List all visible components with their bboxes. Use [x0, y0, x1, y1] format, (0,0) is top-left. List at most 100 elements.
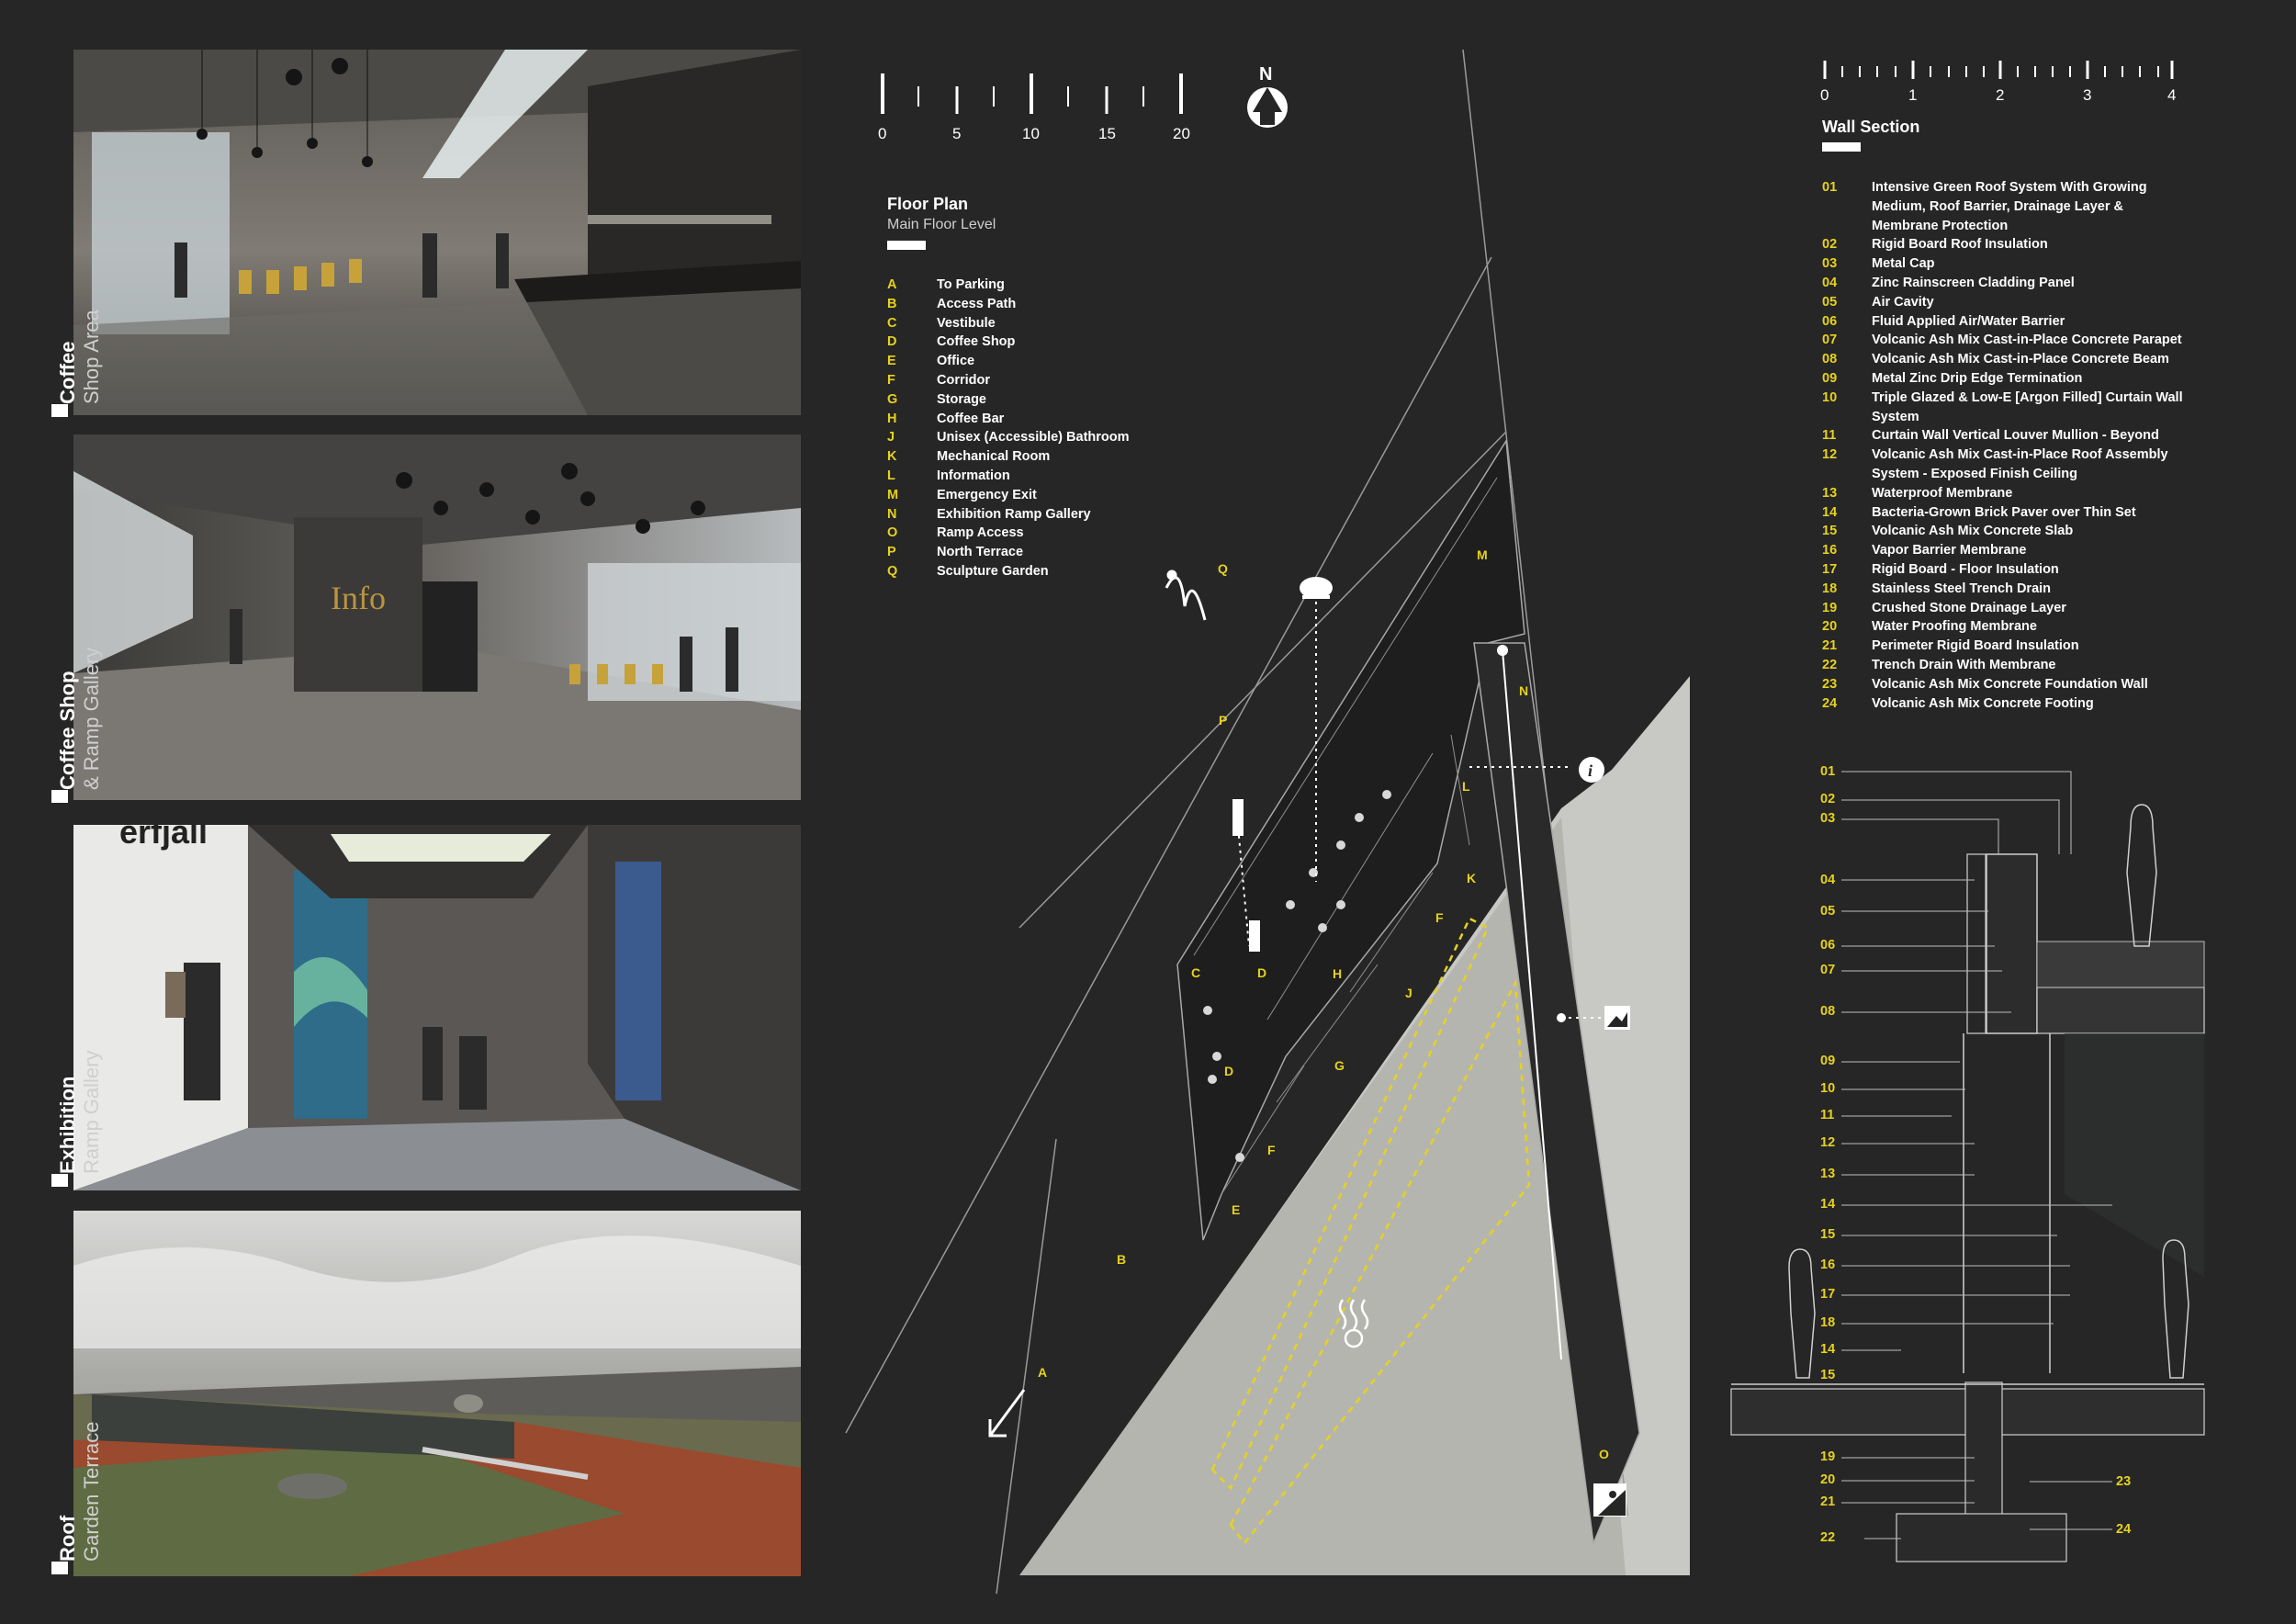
legend-label: Volcanic Ash Mix Cast-in-Place Concrete … [1872, 352, 2169, 367]
plan-letter: K [1467, 871, 1477, 885]
section-callout: 02 [1820, 792, 1836, 806]
legend-label: Stainless Steel Trench Drain [1872, 581, 2052, 596]
legend-key: 12 [1822, 447, 1838, 463]
legend-label: Mechanical Room [937, 449, 1051, 465]
legend-label: Air Cavity [1872, 294, 1934, 310]
section-callout: 03 [1820, 811, 1836, 826]
wall-scale-bar [1823, 61, 2174, 79]
plan-letter: O [1599, 1447, 1609, 1461]
legend-label: Intensive Green Roof System With Growing… [1872, 180, 2147, 233]
floor-plan-subtitle: Main Floor Level [887, 217, 996, 232]
legend-key: 01 [1822, 180, 1838, 195]
north-arrow-icon [1247, 87, 1288, 128]
section-callout: 12 [1820, 1135, 1836, 1150]
legend-label: Metal Cap [1872, 256, 1935, 272]
legend-row: 21 Perimeter Rigid Board Insulation [1822, 637, 2184, 656]
legend-label: Vapor Barrier Membrane [1872, 543, 2027, 558]
legend-key: J [887, 430, 895, 445]
legend-key: 04 [1822, 275, 1838, 290]
legend-key: 24 [1822, 695, 1838, 711]
legend-key: 07 [1822, 333, 1838, 348]
legend-key: 10 [1822, 389, 1838, 405]
wall-section-drawing [1730, 771, 2205, 1562]
legend-label: Crushed Stone Drainage Layer [1872, 600, 2066, 615]
legend-label: Volcanic Ash Mix Concrete Foundation Wal… [1872, 676, 2148, 692]
wall-scale-tick: 0 [1820, 86, 1829, 104]
legend-key: 20 [1822, 619, 1838, 635]
section-callout: 16 [1820, 1257, 1836, 1272]
legend-row: 22 Trench Drain With Membrane [1822, 656, 2184, 675]
svg-text:i: i [1588, 761, 1593, 780]
plan-letter: H [1333, 966, 1343, 981]
section-callout: 18 [1820, 1315, 1836, 1330]
legend-key: O [887, 525, 898, 541]
legend-key: 06 [1822, 313, 1838, 329]
legend-label: Sculpture Garden [937, 563, 1049, 579]
legend-label: Water Proofing Membrane [1872, 619, 2037, 635]
legend-label: Exhibition Ramp Gallery [937, 506, 1091, 522]
legend-key: Q [887, 563, 898, 579]
legend-key: 11 [1822, 428, 1837, 444]
landscape-picture-icon [1604, 1006, 1630, 1030]
plan-letter: J [1405, 986, 1412, 1000]
legend-row: 08 Volcanic Ash Mix Cast-in-Place Concret… [1822, 350, 2184, 369]
legend-key: 03 [1822, 256, 1838, 272]
north-label: N [1259, 64, 1273, 85]
section-callout: 14 [1820, 1197, 1836, 1212]
section-callout: 07 [1820, 963, 1836, 977]
plan-letter: F [1267, 1143, 1276, 1157]
plan-scale-tick: 0 [878, 125, 887, 142]
hiker-ramp-icon [1593, 1483, 1626, 1517]
legend-row: 07 Volcanic Ash Mix Cast-in-Place Concret… [1822, 331, 2184, 350]
legend-row: 04 Zinc Rainscreen Cladding Panel [1822, 274, 2184, 293]
legend-label: Coffee Shop [937, 334, 1016, 350]
section-callout: 15 [1820, 1368, 1836, 1382]
legend-label: Volcanic Ash Mix Concrete Footing [1872, 695, 2094, 711]
legend-label: Triple Glazed & Low-E [Argon Filled] Cur… [1872, 389, 2183, 424]
legend-label: Trench Drain With Membrane [1872, 657, 2056, 672]
plan-letter: Q [1218, 561, 1228, 576]
legend-key: 21 [1822, 638, 1838, 654]
legend-key: E [887, 354, 896, 369]
legend-key: 13 [1822, 485, 1838, 501]
section-callout: 09 [1820, 1054, 1836, 1068]
plan-letter: D [1224, 1064, 1234, 1078]
wall-scale-tick: 1 [1908, 86, 1918, 104]
section-callout: 21 [1820, 1494, 1836, 1509]
section-callout: 06 [1820, 938, 1836, 953]
legend-row: 19 Crushed Stone Drainage Layer [1822, 599, 2184, 618]
legend-label: Information [937, 468, 1010, 483]
legend-row: 16 Vapor Barrier Membrane [1822, 541, 2184, 560]
legend-key: K [887, 449, 897, 465]
legend-label: Office [937, 354, 975, 369]
legend-key: 19 [1822, 600, 1838, 615]
legend-label: Volcanic Ash Mix Cast-in-Place Concrete … [1872, 333, 2182, 348]
legend-key: F [887, 372, 895, 388]
legend-label: Rigid Board - Floor Insulation [1872, 561, 2059, 577]
legend-key: 22 [1822, 657, 1838, 672]
legend-row: 12 Volcanic Ash Mix Cast-in-Place Roof As… [1822, 445, 2184, 484]
legend-label: Storage [937, 391, 986, 407]
legend-label: To Parking [937, 277, 1005, 292]
legend-key: 05 [1822, 294, 1838, 310]
coffee-cup-icon [1300, 577, 1333, 599]
plan-letter: D [1257, 965, 1267, 980]
legend-label: Unisex (Accessible) Bathroom [937, 430, 1130, 445]
legend-row: 11 Curtain Wall Vertical Louver Mullion -… [1822, 426, 2184, 445]
legend-label: Ramp Access [937, 525, 1024, 541]
legend-row: 02 Rigid Board Roof Insulation [1822, 235, 2184, 254]
plan-letter: G [1334, 1058, 1345, 1073]
plan-letter: A [1038, 1365, 1048, 1380]
legend-key: 18 [1822, 581, 1838, 596]
legend-row: 17 Rigid Board - Floor Insulation [1822, 560, 2184, 580]
legend-row: 10 Triple Glazed & Low-E [Argon Filled] C… [1822, 389, 2184, 427]
legend-row: 13 Waterproof Membrane [1822, 484, 2184, 503]
floor-plan-title: Floor Plan [887, 195, 969, 213]
section-callout: 14 [1820, 1342, 1836, 1357]
legend-label: Perimeter Rigid Board Insulation [1872, 638, 2079, 654]
legend-row: 23 Volcanic Ash Mix Concrete Foundation W… [1822, 675, 2184, 694]
wall-section-title: Wall Section [1822, 118, 1920, 136]
legend-key: G [887, 391, 898, 407]
legend-row: 05 Air Cavity [1822, 293, 2184, 312]
legend-key: 23 [1822, 676, 1838, 692]
